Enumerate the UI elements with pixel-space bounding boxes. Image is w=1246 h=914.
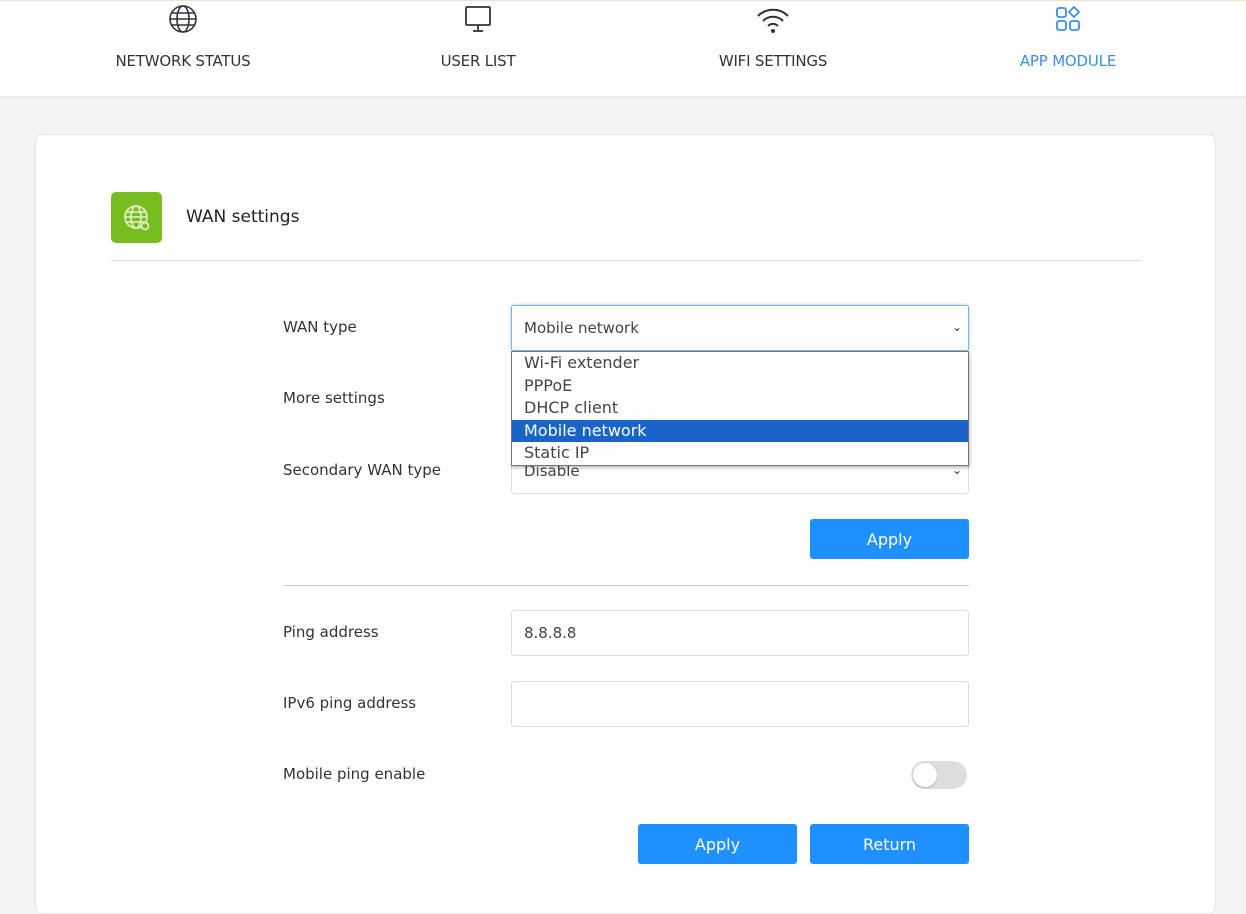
nav-wifi-settings[interactable]: WIFI SETTINGS — [623, 1, 923, 70]
wan-type-value: Mobile network — [524, 319, 639, 337]
divider — [283, 585, 969, 586]
globe-settings-icon — [111, 192, 162, 243]
dropdown-option[interactable]: Wi-Fi extender — [512, 352, 968, 375]
wan-settings-card: WAN settings WAN type Mobile network ⌄ Mo… — [35, 134, 1216, 914]
wifi-icon — [757, 8, 789, 33]
nav-label: USER LIST — [440, 52, 516, 70]
ipv6-ping-address-label: IPv6 ping address — [283, 694, 417, 712]
top-nav: NETWORK STATUS USER LIST WIFI SETTINGS A… — [0, 0, 1246, 96]
ping-address-input[interactable]: 8.8.8.8 — [511, 610, 969, 656]
dropdown-option-selected[interactable]: Mobile network — [512, 419, 968, 442]
more-settings-label: More settings — [283, 389, 385, 407]
nav-label: WIFI SETTINGS — [718, 52, 828, 70]
section-title: WAN settings — [186, 207, 300, 227]
monitor-icon — [465, 6, 491, 32]
ipv6-ping-address-input[interactable] — [511, 681, 969, 727]
nav-app-module[interactable]: APP MODULE — [918, 1, 1218, 70]
return-button[interactable]: Return — [810, 824, 969, 864]
chevron-down-icon: ⌄ — [951, 320, 962, 334]
nav-network-status[interactable]: NETWORK STATUS — [33, 1, 333, 70]
secondary-wan-type-label: Secondary WAN type — [283, 461, 441, 479]
mobile-ping-enable-label: Mobile ping enable — [283, 765, 426, 783]
wan-type-select[interactable]: Mobile network ⌄ — [511, 305, 969, 351]
dropdown-option[interactable]: PPPoE — [512, 375, 968, 398]
globe-icon — [169, 5, 197, 33]
dropdown-option[interactable]: Static IP — [512, 442, 968, 465]
dropdown-option[interactable]: DHCP client — [512, 397, 968, 420]
nav-label: APP MODULE — [1019, 52, 1117, 70]
nav-label: NETWORK STATUS — [115, 52, 251, 70]
mobile-ping-toggle[interactable] — [911, 761, 967, 789]
apply-button-bottom[interactable]: Apply — [638, 824, 797, 864]
wan-type-dropdown: Wi-Fi extender PPPoE DHCP client Mobile … — [511, 351, 969, 466]
nav-user-list[interactable]: USER LIST — [328, 1, 628, 70]
apply-button[interactable]: Apply — [810, 519, 969, 559]
ping-address-label: Ping address — [283, 623, 379, 641]
apps-icon — [1056, 5, 1081, 31]
divider — [111, 260, 1141, 261]
wan-type-label: WAN type — [283, 318, 357, 336]
